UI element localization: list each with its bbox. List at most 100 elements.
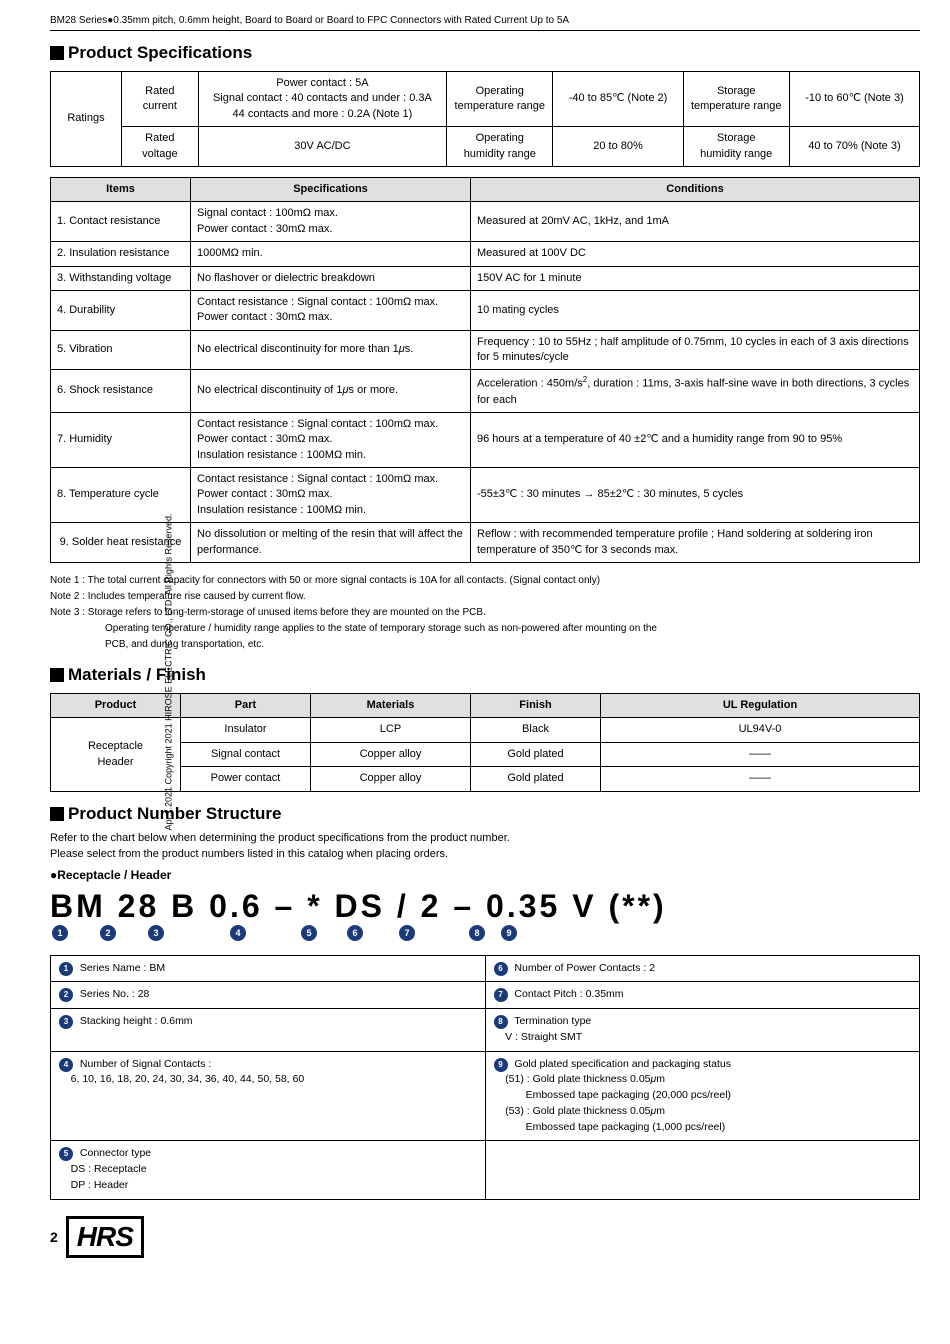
cond-2: Measured at 100V DC [471,242,920,266]
cond-3: 150V AC for 1 minute [471,266,920,290]
note-3a: Note 3 : Storage refers to long-term-sto… [50,605,920,621]
spec-row-6: 6. Shock resistance No electrical discon… [51,370,920,412]
col-finish: Finish [471,694,601,718]
note-2: Note 2 : Includes temperature rise cause… [50,589,920,605]
cond-7: 96 hours at a temperature of 40 ±2℃ and … [471,412,920,467]
mat-signal-mat: Copper alloy [311,742,471,766]
spec-2: 1000MΩ min. [191,242,471,266]
storage-temp-label: Storagetemperature range [683,72,789,127]
spec-6: No electrical discontinuity of 1μs or mo… [191,370,471,412]
desc-circle-7: 7 [494,988,508,1002]
pn-desc-5-right [485,1141,920,1199]
op-hum-value: 20 to 80% [553,127,683,167]
product-specs-title: Product Specifications [50,43,920,63]
mat-power-ul: —— [601,767,920,791]
spec-1: Signal contact : 100mΩ max.Power contact… [191,202,471,242]
pn-desc-row-4: 4 Number of Signal Contacts : 6, 10, 16,… [51,1051,920,1141]
spec-row-4: 4. Durability Contact resistance : Signa… [51,290,920,330]
pn-desc-4-left: 4 Number of Signal Contacts : 6, 10, 16,… [51,1051,486,1141]
pn-subsection: ●Receptacle / Header [50,868,920,882]
rated-voltage-value: 30V AC/DC [198,127,446,167]
product-number-section: Product Number Structure Refer to the ch… [50,804,920,1200]
spec-7: Contact resistance : Signal contact : 10… [191,412,471,467]
spec-row-1: 1. Contact resistance Signal contact : 1… [51,202,920,242]
item-7: 7. Humidity [51,412,191,467]
pn-desc-3-left: 3 Stacking height : 0.6mm [51,1009,486,1052]
desc-circle-5: 5 [59,1147,73,1161]
circle-6: 6 [347,925,363,941]
spec-3: No flashover or dielectric breakdown [191,266,471,290]
cond-1: Measured at 20mV AC, 1kHz, and 1mA [471,202,920,242]
item-1: 1. Contact resistance [51,202,191,242]
col-part: Part [181,694,311,718]
col-ul: UL Regulation [601,694,920,718]
mat-signal-ul: —— [601,742,920,766]
desc-circle-6: 6 [494,962,508,976]
mat-insulator-mat: LCP [311,718,471,742]
circle-4: 4 [230,925,246,941]
item-3: 3. Withstanding voltage [51,266,191,290]
cond-5: Frequency : 10 to 55Hz ; half amplitude … [471,330,920,370]
spec-4: Contact resistance : Signal contact : 10… [191,290,471,330]
materials-table: Product Part Materials Finish UL Regulat… [50,693,920,792]
pn-desc-1-left: 1 Series Name : BM [51,955,486,982]
item-6: 6. Shock resistance [51,370,191,412]
cond-9: Reflow : with recommended temperature pr… [471,523,920,563]
cond-8: -55±3℃ : 30 minutes → 85±2℃ : 30 minutes… [471,468,920,523]
mat-product: ReceptacleHeader [51,718,181,791]
mat-power-finish: Gold plated [471,767,601,791]
mat-power-mat: Copper alloy [311,767,471,791]
pn-desc-5-left: 5 Connector type DS : Receptacle DP : He… [51,1141,486,1199]
materials-section: Materials / Finish Product Part Material… [50,665,920,792]
pn-desc-row-1: 1 Series Name : BM 6 Number of Power Con… [51,955,920,982]
rated-voltage-label: Ratedvoltage [121,127,198,167]
header-title: BM28 Series●0.35mm pitch, 0.6mm height, … [50,15,569,26]
circle-1: 1 [52,925,68,941]
cond-4: 10 mating cycles [471,290,920,330]
storage-hum-value: 40 to 70% (Note 3) [789,127,919,167]
pn-intro2: Please select from the product numbers l… [50,848,920,860]
ratings-table: Ratings Rated current Power contact : 5A… [50,71,920,167]
rated-current-label: Rated current [121,72,198,127]
circle-2: 2 [100,925,116,941]
pn-desc-2-left: 2 Series No. : 28 [51,982,486,1009]
mat-signal-part: Signal contact [181,742,311,766]
item-4: 4. Durability [51,290,191,330]
pn-desc-1-right: 6 Number of Power Contacts : 2 [485,955,920,982]
mat-row-2: Signal contact Copper alloy Gold plated … [51,742,920,766]
col-product: Product [51,694,181,718]
spec-row-7: 7. Humidity Contact resistance : Signal … [51,412,920,467]
col-conditions: Conditions [471,177,920,201]
desc-circle-2: 2 [59,988,73,1002]
desc-circle-8: 8 [494,1015,508,1029]
page-number: 2 [50,1229,58,1245]
mat-signal-finish: Gold plated [471,742,601,766]
product-specs-section: Product Specifications Ratings Rated cur… [50,43,920,653]
pn-desc-4-right: 9 Gold plated specification and packagin… [485,1051,920,1141]
item-2: 2. Insulation resistance [51,242,191,266]
specs-table: Items Specifications Conditions 1. Conta… [50,177,920,563]
desc-circle-1: 1 [59,962,73,976]
desc-circle-4: 4 [59,1058,73,1072]
note-3b: Operating temperature / humidity range a… [50,621,920,637]
col-items: Items [51,177,191,201]
storage-temp-value: -10 to 60℃ (Note 3) [789,72,919,127]
mat-power-part: Power contact [181,767,311,791]
pn-desc-row-5: 5 Connector type DS : Receptacle DP : He… [51,1141,920,1199]
desc-circle-3: 3 [59,1015,73,1029]
spec-row-8: 8. Temperature cycle Contact resistance … [51,468,920,523]
spec-9: No dissolution or melting of the resin t… [191,523,471,563]
specs-notes: Note 1 : The total current capacity for … [50,573,920,653]
spec-row-3: 3. Withstanding voltage No flashover or … [51,266,920,290]
op-hum-label: Operatinghumidity range [447,127,553,167]
col-materials: Materials [311,694,471,718]
item-5: 5. Vibration [51,330,191,370]
pn-desc-row-2: 2 Series No. : 28 7 Contact Pitch : 0.35… [51,982,920,1009]
pn-desc-2-right: 7 Contact Pitch : 0.35mm [485,982,920,1009]
pn-section-title: Product Number Structure [50,804,920,824]
spec-8: Contact resistance : Signal contact : 10… [191,468,471,523]
cond-6: Acceleration : 450m/s2, duration : 11ms,… [471,370,920,412]
op-temp-value: -40 to 85℃ (Note 2) [553,72,683,127]
pn-intro1: Refer to the chart below when determinin… [50,832,920,844]
col-specs: Specifications [191,177,471,201]
